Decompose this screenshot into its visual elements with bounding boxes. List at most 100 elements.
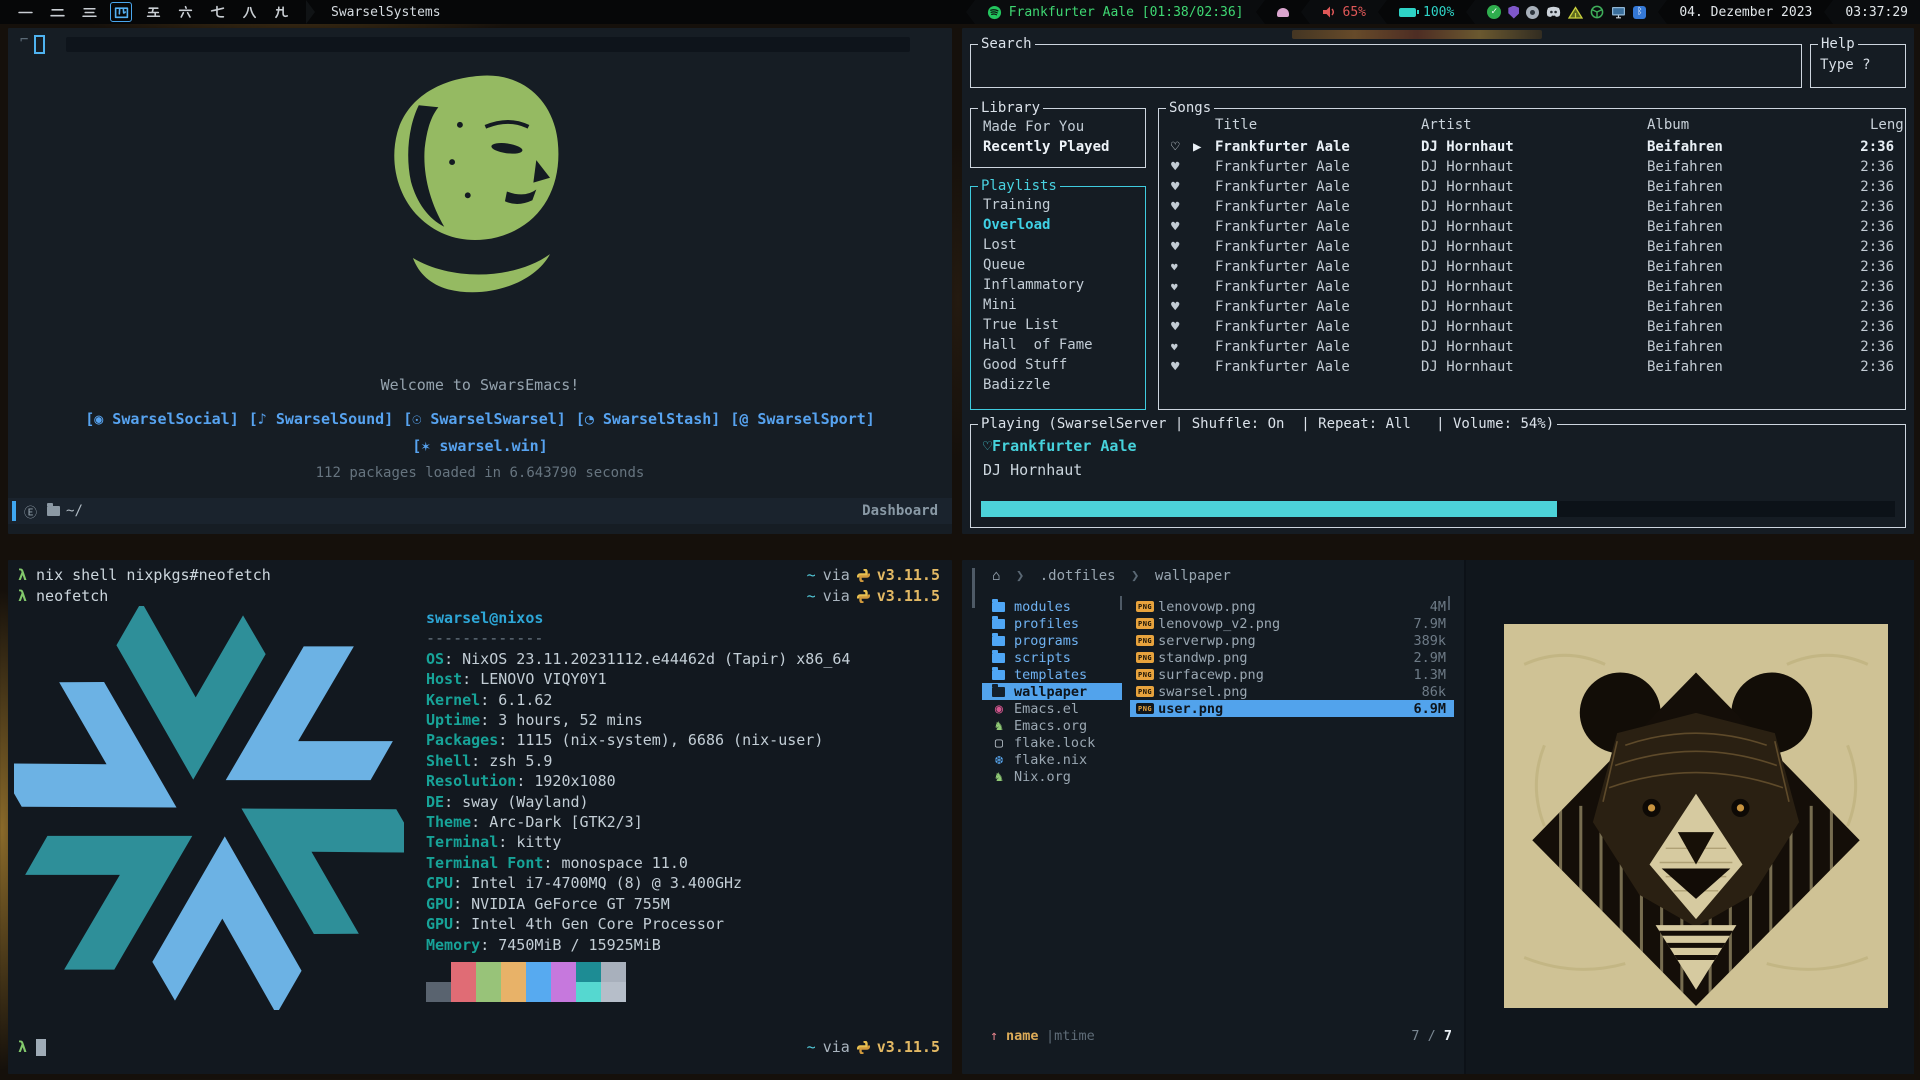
directory-row[interactable]: modules: [970, 598, 1122, 615]
terminal-window[interactable]: λ nix shell nixpkgs#neofetch ~via v3.11.…: [8, 560, 952, 1074]
playlist-item[interactable]: Hall of Fame: [983, 335, 1145, 355]
sort-secondary[interactable]: |mtime: [1046, 1028, 1095, 1044]
directory-row[interactable]: wallpaper: [970, 683, 1122, 700]
col-title[interactable]: Title: [1215, 117, 1257, 133]
image-file-row[interactable]: PNG surfacewp.png 1.3M: [1130, 666, 1454, 683]
shield-icon[interactable]: [1508, 6, 1519, 19]
directory-row[interactable]: templates: [970, 666, 1122, 683]
song-row[interactable]: ♥ Frankfurter Aale DJ Hornhaut Beifahren…: [1159, 299, 1904, 319]
heart-icon[interactable]: ♥: [1171, 359, 1179, 375]
heart-outline-icon[interactable]: ♡: [983, 437, 992, 455]
site-link[interactable]: [✶ swarsel.win]: [8, 437, 952, 455]
song-row[interactable]: ♥ Frankfurter Aale DJ Hornhaut Beifahren…: [1159, 319, 1904, 339]
recorder-icon[interactable]: [1277, 8, 1289, 17]
heart-outline-icon[interactable]: ♡: [1171, 139, 1179, 155]
song-row[interactable]: ♥ Frankfurter Aale DJ Hornhaut Beifahren…: [1159, 179, 1904, 199]
workspace-2[interactable]: [46, 2, 68, 22]
library-item[interactable]: Recently Played: [983, 137, 1145, 157]
workspace-7[interactable]: [206, 2, 228, 22]
progress-bar[interactable]: [981, 501, 1895, 517]
playlist-item[interactable]: Lost: [983, 235, 1145, 255]
heart-icon[interactable]: ♥: [1171, 199, 1179, 215]
song-row-playing[interactable]: ♡ ▶ Frankfurter Aale DJ Hornhaut Beifahr…: [1159, 139, 1904, 159]
workspace-8[interactable]: [238, 2, 260, 22]
song-row[interactable]: ♥ Frankfurter Aale DJ Hornhaut Beifahren…: [1159, 199, 1904, 219]
file-row[interactable]: ▢ flake.lock: [970, 734, 1122, 751]
playlist-item[interactable]: Mini: [983, 295, 1145, 315]
file-manager-window[interactable]: ⌂ ❯ .dotfiles ❯ wallpaper ⌐ modules prof…: [962, 560, 1914, 1074]
workspace-9[interactable]: [270, 2, 292, 22]
image-file-row[interactable]: PNG standwp.png 2.9M: [1130, 649, 1454, 666]
image-file-row[interactable]: PNG lenovowp_v2.png 7.9M: [1130, 615, 1454, 632]
directory-row[interactable]: profiles: [970, 615, 1122, 632]
search-box[interactable]: Search: [970, 44, 1802, 88]
col-length[interactable]: Leng: [1870, 117, 1904, 133]
heart-icon[interactable]: ♥: [1171, 159, 1179, 175]
dashboard-link[interactable]: [◉ SwarselSocial]: [85, 410, 239, 428]
dashboard-link[interactable]: [◔ SwarselStash]: [576, 410, 721, 428]
file-row[interactable]: ♞ Emacs.org: [970, 717, 1122, 734]
workspace-1[interactable]: [14, 2, 36, 22]
file-type-icon: ♞: [988, 718, 1010, 734]
steering-wheel-icon[interactable]: [1590, 5, 1604, 19]
keepass-icon[interactable]: [1526, 6, 1539, 19]
song-row[interactable]: ♥ Frankfurter Aale DJ Hornhaut Beifahren…: [1159, 259, 1904, 279]
heart-icon[interactable]: ♥: [1171, 281, 1178, 294]
file-row[interactable]: ♞ Nix.org: [970, 768, 1122, 785]
sync-check-icon[interactable]: ✓: [1487, 5, 1501, 19]
heart-icon[interactable]: ♥: [1171, 319, 1179, 335]
heart-icon[interactable]: ♥: [1171, 261, 1178, 274]
playlist-item[interactable]: True List: [983, 315, 1145, 335]
playlist-item[interactable]: Inflammatory: [983, 275, 1145, 295]
volume-segment[interactable]: 65%: [1310, 0, 1378, 24]
song-row[interactable]: ♥ Frankfurter Aale DJ Hornhaut Beifahren…: [1159, 239, 1904, 259]
playlist-item[interactable]: Overload: [983, 215, 1145, 235]
library-item[interactable]: Made For You: [983, 117, 1145, 137]
playlist-item[interactable]: Training: [983, 195, 1145, 215]
dashboard-link[interactable]: [@ SwarselSport]: [730, 410, 875, 428]
workspace-6[interactable]: [174, 2, 196, 22]
directory-row[interactable]: programs: [970, 632, 1122, 649]
image-file-row[interactable]: PNG serverwp.png 389k: [1130, 632, 1454, 649]
col-artist[interactable]: Artist: [1421, 117, 1472, 133]
image-file-row[interactable]: PNG swarsel.png 86k: [1130, 683, 1454, 700]
heart-icon[interactable]: ♥: [1171, 219, 1179, 235]
heart-icon[interactable]: ♥: [1171, 179, 1179, 195]
bluetooth-icon[interactable]: ᛒ: [1633, 6, 1646, 19]
sort-ascending-icon[interactable]: ↑: [990, 1028, 998, 1044]
shell-prompt-line[interactable]: λ ~via v3.11.5: [18, 1038, 940, 1056]
heart-icon[interactable]: ♥: [1171, 299, 1179, 315]
heart-icon[interactable]: ♥: [1171, 341, 1178, 354]
file-row[interactable]: ◉ Emacs.el: [970, 700, 1122, 717]
song-row[interactable]: ♥ Frankfurter Aale DJ Hornhaut Beifahren…: [1159, 359, 1904, 379]
song-row[interactable]: ♥ Frankfurter Aale DJ Hornhaut Beifahren…: [1159, 159, 1904, 179]
workspace-3[interactable]: [78, 2, 100, 22]
song-row[interactable]: ♥ Frankfurter Aale DJ Hornhaut Beifahren…: [1159, 279, 1904, 299]
image-file-row[interactable]: PNG lenovowp.png 4M: [1130, 598, 1454, 615]
music-player-window[interactable]: Search Help Type ? Library Made For YouR…: [962, 28, 1914, 534]
dashboard-link[interactable]: [☉ SwarselSwarsel]: [403, 410, 566, 428]
directory-row[interactable]: scripts: [970, 649, 1122, 666]
spotify-segment[interactable]: Frankfurter Aale [01:38/02:36]: [975, 0, 1256, 24]
sort-primary[interactable]: name: [1006, 1028, 1039, 1044]
dashboard-link[interactable]: [♪ SwarselSound]: [249, 410, 394, 428]
home-icon[interactable]: ⌂: [992, 568, 1000, 584]
workspace-5[interactable]: [142, 2, 164, 22]
emacs-window[interactable]: ⌐ Welcome to SwarsEmacs! [◉ SwarselSocia…: [8, 28, 952, 534]
playlist-item[interactable]: Good Stuff: [983, 355, 1145, 375]
breadcrumb-current[interactable]: wallpaper: [1155, 568, 1231, 584]
monitor-icon[interactable]: [1611, 6, 1626, 19]
breadcrumb[interactable]: ⌂ ❯ .dotfiles ❯ wallpaper: [992, 568, 1231, 584]
heart-icon[interactable]: ♥: [1171, 239, 1179, 255]
tent-icon[interactable]: [1568, 6, 1583, 19]
playlist-item[interactable]: Badizzle: [983, 375, 1145, 395]
col-album[interactable]: Album: [1647, 117, 1689, 133]
breadcrumb-parent[interactable]: .dotfiles: [1040, 568, 1116, 584]
song-row[interactable]: ♥ Frankfurter Aale DJ Hornhaut Beifahren…: [1159, 219, 1904, 239]
image-file-row[interactable]: PNG user.png 6.9M: [1130, 700, 1454, 717]
song-row[interactable]: ♥ Frankfurter Aale DJ Hornhaut Beifahren…: [1159, 339, 1904, 359]
playlist-item[interactable]: Queue: [983, 255, 1145, 275]
file-row[interactable]: ❆ flake.nix: [970, 751, 1122, 768]
discord-icon[interactable]: [1546, 6, 1561, 18]
workspace-4-active[interactable]: [110, 2, 132, 22]
